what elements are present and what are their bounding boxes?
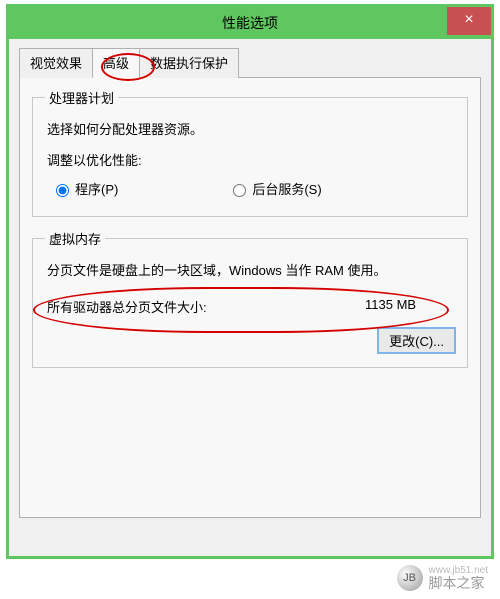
paging-total-value: 1135 MB bbox=[365, 297, 455, 316]
close-button[interactable]: × bbox=[447, 7, 491, 35]
radio-background[interactable]: 后台服务(S) bbox=[228, 179, 321, 198]
watermark-text: www.jb51.net 脚本之家 bbox=[429, 565, 488, 591]
processor-scheduling-group: 处理器计划 选择如何分配处理器资源。 调整以优化性能: 程序(P) 后台服务(S… bbox=[32, 88, 468, 217]
tabstrip: 视觉效果 高级 数据执行保护 bbox=[19, 47, 481, 78]
watermark-logo-icon: JB bbox=[397, 565, 423, 591]
tab-dep[interactable]: 数据执行保护 bbox=[139, 48, 239, 78]
watermark-name: 脚本之家 bbox=[429, 575, 485, 591]
tab-visual-effects[interactable]: 视觉效果 bbox=[19, 48, 93, 78]
close-icon: × bbox=[464, 11, 473, 28]
advanced-panel: 处理器计划 选择如何分配处理器资源。 调整以优化性能: 程序(P) 后台服务(S… bbox=[19, 78, 481, 518]
virtual-memory-desc: 分页文件是硬盘上的一块区域，Windows 当作 RAM 使用。 bbox=[47, 260, 455, 279]
performance-options-window: 性能选项 × 视觉效果 高级 数据执行保护 处理器计划 选择如何分配处理器资源。… bbox=[6, 4, 494, 559]
paging-total-label: 所有驱动器总分页文件大小: bbox=[47, 297, 365, 316]
radio-background-input[interactable] bbox=[233, 184, 246, 197]
radio-programs[interactable]: 程序(P) bbox=[51, 179, 118, 198]
tab-advanced[interactable]: 高级 bbox=[92, 48, 140, 78]
radio-programs-label: 程序(P) bbox=[75, 179, 118, 198]
window-content: 视觉效果 高级 数据执行保护 处理器计划 选择如何分配处理器资源。 调整以优化性… bbox=[9, 39, 491, 526]
radio-background-label: 后台服务(S) bbox=[252, 179, 321, 198]
virtual-memory-legend: 虚拟内存 bbox=[45, 229, 105, 248]
watermark: JB www.jb51.net 脚本之家 bbox=[397, 565, 488, 591]
titlebar: 性能选项 × bbox=[9, 7, 491, 39]
processor-scheduling-legend: 处理器计划 bbox=[45, 88, 118, 107]
virtual-memory-group: 虚拟内存 分页文件是硬盘上的一块区域，Windows 当作 RAM 使用。 所有… bbox=[32, 229, 468, 368]
window-title: 性能选项 bbox=[222, 13, 278, 33]
paging-total-row: 所有驱动器总分页文件大小: 1135 MB bbox=[47, 297, 455, 316]
change-button[interactable]: 更改(C)... bbox=[378, 328, 455, 353]
processor-scheduling-desc: 选择如何分配处理器资源。 bbox=[47, 119, 455, 138]
radio-programs-input[interactable] bbox=[56, 184, 69, 197]
adjust-label: 调整以优化性能: bbox=[47, 150, 455, 169]
